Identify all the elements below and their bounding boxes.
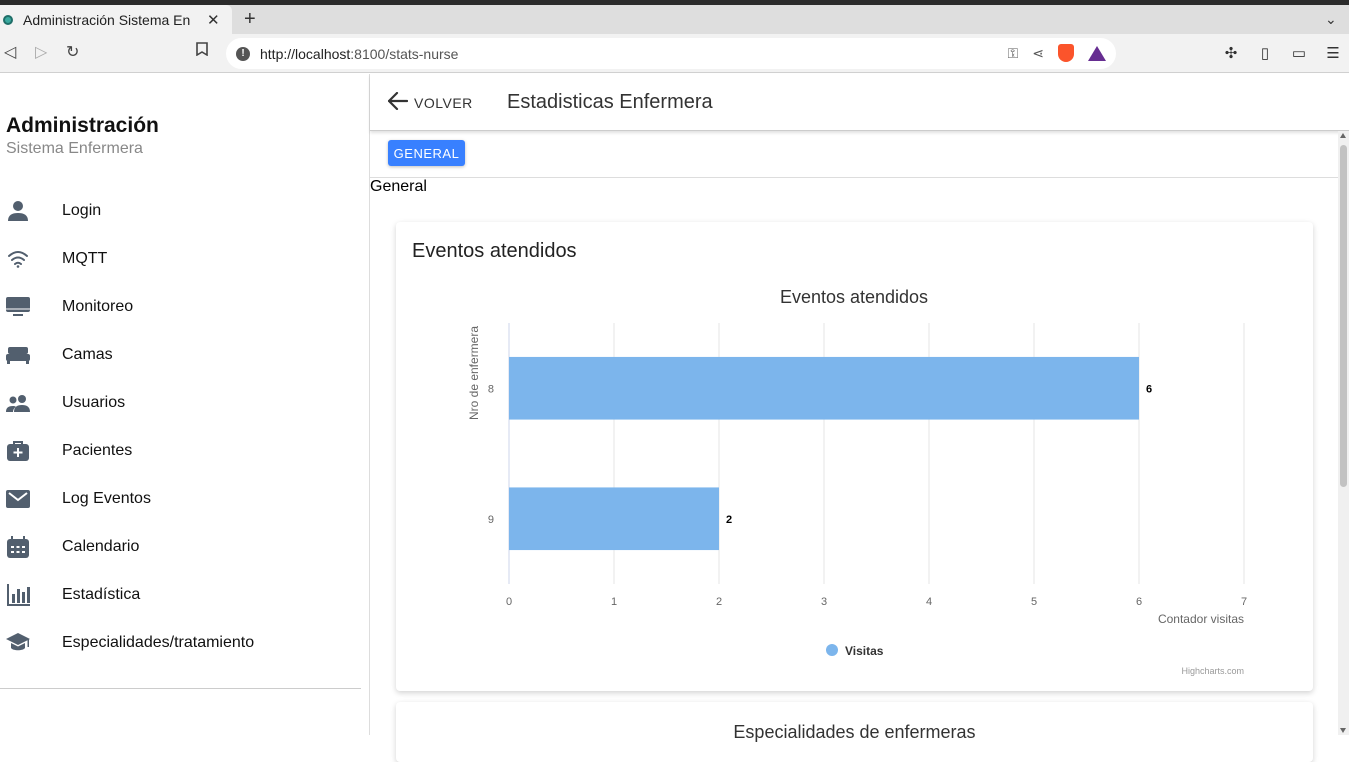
- bar: [509, 356, 1139, 420]
- sidebar-item-login[interactable]: Login: [0, 187, 360, 235]
- x-tick-label: 4: [926, 596, 932, 608]
- page-header: VOLVER Estadisticas Enfermera: [370, 74, 1349, 131]
- school-icon: [6, 631, 30, 655]
- browser-tab-bar: Administración Sistema En ✕ + ⌄: [0, 5, 1349, 34]
- chart-credits: Highcharts.com: [1181, 666, 1244, 676]
- legend-marker: [826, 644, 838, 656]
- forward-nav-icon[interactable]: ▷: [35, 42, 47, 62]
- brave-shield-icon[interactable]: [1058, 44, 1074, 62]
- medkit-icon: [6, 439, 30, 463]
- extensions-icon[interactable]: ✣: [1222, 44, 1240, 62]
- data-label: 2: [726, 514, 732, 526]
- address-bar[interactable]: ! http://localhost:8100/stats-nurse ⚿ ⋖: [226, 38, 1116, 69]
- y-tick-label: 9: [488, 514, 494, 526]
- segment-general-button[interactable]: GENERAL: [388, 140, 465, 166]
- sidebar-item-especialidades[interactable]: Especialidades/tratamiento: [0, 619, 360, 667]
- sidebar-subtitle: Sistema Enfermera: [6, 140, 143, 157]
- sidebar-divider: [0, 688, 361, 689]
- specialties-card: Especialidades de enfermeras: [396, 702, 1313, 762]
- sidebar-item-pacientes[interactable]: Pacientes: [0, 427, 360, 475]
- share-icon[interactable]: ⋖: [1032, 45, 1044, 62]
- calendar-icon: [6, 535, 30, 559]
- sidebar-item-label: Estadística: [62, 586, 141, 603]
- sidebar-item-estadistica[interactable]: Estadística: [0, 571, 360, 619]
- chart-card: Eventos atendidos Eventos atendidos Nro …: [396, 222, 1313, 691]
- back-nav-icon[interactable]: ◁: [4, 42, 16, 62]
- url-text[interactable]: http://localhost:8100/stats-nurse: [260, 46, 458, 62]
- reload-icon[interactable]: ↻: [66, 42, 79, 62]
- sidebar-item-label: Login: [62, 202, 102, 219]
- bookmark-icon[interactable]: [196, 42, 208, 61]
- menu-icon[interactable]: ☰: [1324, 44, 1342, 62]
- page-title: Estadisticas Enfermera: [507, 91, 713, 113]
- content-scrollbar[interactable]: [1338, 131, 1349, 735]
- side-menu: Administración Sistema Enfermera Login M…: [0, 74, 370, 735]
- legend-item: Visitas: [845, 644, 884, 658]
- new-tab-icon[interactable]: +: [244, 8, 256, 31]
- bar: [509, 487, 719, 551]
- browser-toolbar: ◁ ▷ ↻ ! http://localhost:8100/stats-nurs…: [0, 34, 1349, 73]
- scroll-thumb[interactable]: [1340, 145, 1347, 487]
- back-button-label: VOLVER: [414, 94, 473, 111]
- brave-rewards-icon[interactable]: [1088, 45, 1106, 61]
- people-icon: [6, 391, 30, 415]
- sidebar-item-camas[interactable]: Camas: [0, 331, 360, 379]
- sidebar-item-label: Log Eventos: [62, 490, 151, 507]
- person-icon: [6, 199, 30, 223]
- sidebar-item-label: Pacientes: [62, 442, 133, 459]
- sidebar-item-label: Especialidades/tratamiento: [62, 634, 255, 651]
- scroll-down-icon[interactable]: [1340, 728, 1346, 733]
- tab-list-chevron-icon[interactable]: ⌄: [1325, 11, 1337, 28]
- x-tick-label: 7: [1241, 596, 1247, 608]
- desktop-icon: [6, 295, 30, 319]
- x-tick-label: 1: [611, 596, 617, 608]
- sidebar-item-label: MQTT: [62, 250, 108, 267]
- sidebar-item-usuarios[interactable]: Usuarios: [0, 379, 360, 427]
- x-tick-label: 6: [1136, 596, 1142, 608]
- sidebar-toggle-icon[interactable]: ▯: [1256, 44, 1274, 62]
- y-axis-label: Nro de enfermera: [467, 326, 481, 420]
- tab-title: Administración Sistema En: [23, 11, 191, 28]
- stats-chart-icon: [6, 583, 30, 607]
- browser-tab[interactable]: Administración Sistema En ✕: [0, 5, 232, 34]
- favicon-icon: [3, 14, 13, 25]
- site-info-icon[interactable]: !: [236, 46, 250, 61]
- sidebar-title: Administración: [6, 114, 159, 137]
- data-label: 6: [1146, 383, 1152, 395]
- x-tick-label: 2: [716, 596, 722, 608]
- y-tick-label: 8: [488, 383, 494, 395]
- x-axis-label: Contador visitas: [1158, 612, 1244, 626]
- bar-chart: Eventos atendidos Nro de enfermera Conta…: [467, 287, 1247, 676]
- back-button[interactable]: VOLVER: [387, 91, 473, 113]
- x-tick-label: 0: [506, 596, 512, 608]
- x-tick-label: 5: [1031, 596, 1037, 608]
- wallet-icon[interactable]: ▭: [1290, 44, 1308, 62]
- wifi-icon: [6, 247, 30, 271]
- main-content: GENERAL General Eventos atendidos Evento…: [370, 131, 1338, 762]
- sidebar-item-monitoreo[interactable]: Monitoreo: [0, 283, 360, 331]
- sidebar-item-mqtt[interactable]: MQTT: [0, 235, 360, 283]
- specialties-card-title: Especialidades de enfermeras: [733, 722, 976, 742]
- section-label: General: [370, 178, 427, 195]
- sidebar-item-log-eventos[interactable]: Log Eventos: [0, 475, 360, 523]
- sidebar-item-label: Monitoreo: [62, 298, 134, 315]
- bed-icon: [6, 343, 30, 367]
- scroll-up-icon[interactable]: [1340, 133, 1346, 138]
- sidebar-item-label: Usuarios: [62, 394, 126, 411]
- x-tick-label: 3: [821, 596, 827, 608]
- mail-icon: [6, 487, 30, 511]
- sidebar-item-label: Calendario: [62, 538, 140, 555]
- segment-divider: [370, 177, 1338, 178]
- chart-title: Eventos atendidos: [780, 287, 928, 307]
- key-icon[interactable]: ⚿: [1008, 45, 1019, 62]
- sidebar-item-label: Camas: [62, 346, 113, 363]
- close-tab-icon[interactable]: ✕: [207, 11, 220, 29]
- arrow-back-icon: [387, 91, 409, 113]
- sidebar-item-calendario[interactable]: Calendario: [0, 523, 360, 571]
